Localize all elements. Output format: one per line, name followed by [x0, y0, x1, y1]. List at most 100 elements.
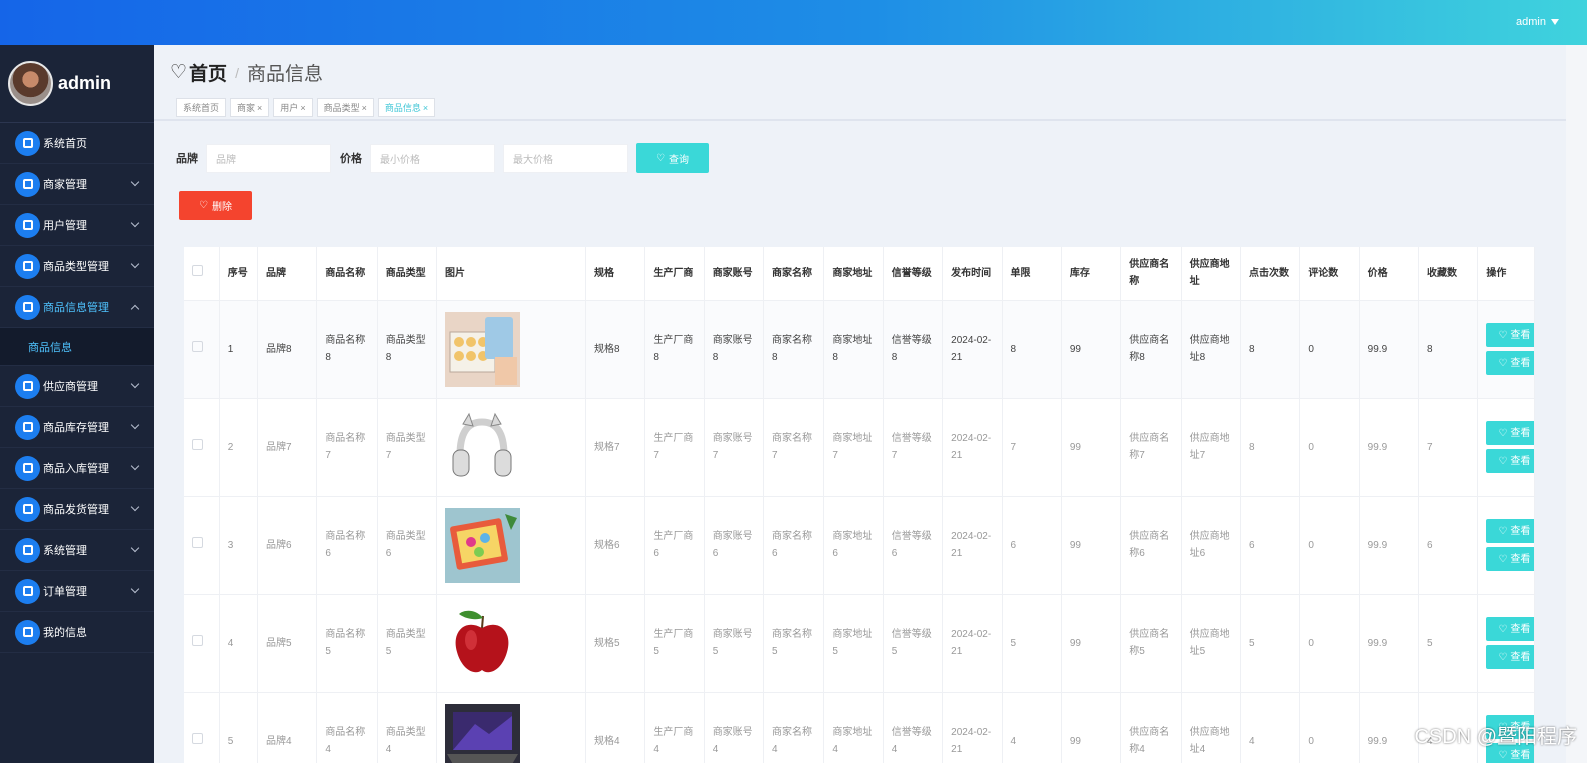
product-image: [445, 605, 577, 681]
query-button[interactable]: ♡ 查询: [636, 143, 709, 173]
column-header: [184, 247, 220, 301]
tab[interactable]: 系统首页: [176, 98, 227, 117]
view-button-label: 查看: [1510, 525, 1531, 537]
view-button[interactable]: ♡ 查看: [1486, 323, 1535, 347]
tab[interactable]: 商家 ×: [230, 98, 270, 117]
tab[interactable]: 用户 ×: [273, 98, 313, 117]
caret-down-icon[interactable]: [1551, 19, 1559, 25]
sidebar-menu: 系统首页 商家管理 用户管理 商品类型管理 商品信息管理 商品信息 供应商管理 商品库存管理商…: [0, 123, 154, 653]
min-price-input[interactable]: 最小价格: [370, 143, 495, 173]
sidebar-item[interactable]: 系统管理: [0, 530, 154, 571]
brand-input[interactable]: 品牌: [206, 143, 331, 173]
sidebar-subitem[interactable]: 商品信息: [0, 328, 154, 366]
table-row[interactable]: 4 品牌5 商品名称5 商品类型5 规格5 生产厂商5 商家账号5 商家名称5 商家地址5 信誉等…: [184, 594, 1535, 693]
cell-maker: 生产厂商5: [644, 594, 705, 693]
cell-clicks: 5: [1240, 594, 1301, 693]
cell-limit: 5: [1002, 594, 1062, 693]
cell-idx: 1: [219, 300, 258, 399]
row-checkbox[interactable]: [192, 732, 203, 744]
delete-button[interactable]: ♡ 删除: [179, 191, 252, 220]
column-header: 价格: [1359, 247, 1420, 301]
table-row[interactable]: 5 品牌4 商品名称4 商品类型4 规格4 生产厂商4 商家账号4 商家名称4 商家地址4 信誉等…: [184, 692, 1535, 763]
view-button[interactable]: ♡ 查看: [1486, 449, 1535, 473]
view-button[interactable]: ♡ 查看: [1486, 519, 1535, 543]
user-menu[interactable]: admin: [1516, 16, 1559, 28]
cell-price: 99.9: [1359, 300, 1420, 399]
sidebar-item-label: 供应商管理: [43, 381, 98, 393]
page-scrollbar[interactable]: [1566, 45, 1587, 763]
column-header: 供应商名称: [1120, 247, 1182, 301]
sidebar-item[interactable]: 商品信息管理: [0, 287, 154, 328]
cell-price: 99.9: [1359, 692, 1420, 763]
sidebar-item[interactable]: 订单管理: [0, 571, 154, 612]
view-button-label: 查看: [1510, 329, 1531, 341]
row-checkbox[interactable]: [192, 536, 203, 548]
sidebar-item[interactable]: 系统首页: [0, 123, 154, 164]
table-row[interactable]: 2 品牌7 商品名称7 商品类型7 规格7 生产厂商7 商家账号7 商家名称7 商家地址7 信誉等…: [184, 398, 1535, 497]
tab[interactable]: 商品类型 ×: [316, 98, 374, 117]
close-icon[interactable]: ×: [300, 103, 305, 113]
cell-name: 商品名称4: [316, 692, 378, 763]
max-price-input[interactable]: 最大价格: [503, 143, 628, 173]
view-button[interactable]: ♡ 查看: [1486, 645, 1535, 669]
breadcrumb-home[interactable]: 首页: [189, 59, 227, 86]
query-button-label: 查询: [668, 154, 689, 166]
sidebar-item[interactable]: 我的信息: [0, 612, 154, 653]
sidebar: admin 系统首页 商家管理 用户管理 商品类型管理 商品信息管理 商品信息 供应商管理商…: [0, 45, 154, 763]
search-form: 品牌 品牌 价格 最小价格 最大价格 ♡ 查询: [176, 143, 709, 173]
sidebar-item[interactable]: 商品发货管理: [0, 489, 154, 530]
sidebar-item[interactable]: 商品入库管理: [0, 448, 154, 489]
column-header: 图片: [436, 247, 586, 301]
chevron-down-icon: [130, 461, 140, 471]
cell-merchant: 商家名称6: [763, 496, 825, 595]
book-icon: [15, 455, 40, 481]
clipboard-icon: [15, 171, 40, 197]
flag-icon: [15, 294, 40, 320]
close-icon[interactable]: ×: [257, 103, 262, 113]
table-row[interactable]: 1 品牌8 商品名称8 商品类型8 规格8 生产厂商8 商家账号8 商家名称8 商家地址8 信誉等…: [184, 300, 1535, 399]
cell-comments: 0: [1299, 300, 1360, 399]
row-checkbox[interactable]: [192, 340, 203, 352]
heart-icon: ♡: [170, 62, 188, 83]
cell-clicks: 4: [1240, 692, 1301, 763]
sidebar-item[interactable]: 商家管理: [0, 164, 154, 205]
row-checkbox[interactable]: [192, 438, 203, 450]
home-icon: [15, 130, 40, 156]
chevron-down-icon: [130, 420, 140, 430]
cell-supplier-addr: 供应商地址4: [1181, 692, 1241, 763]
cell-date: 2024-02-21: [942, 300, 1003, 399]
select-all-checkbox[interactable]: [192, 264, 203, 276]
avatar: [8, 61, 53, 106]
view-button[interactable]: ♡ 查看: [1486, 617, 1535, 641]
view-button-label: 查看: [1510, 455, 1531, 467]
product-image-cell: [436, 692, 586, 763]
close-icon[interactable]: ×: [423, 103, 428, 113]
cell-date: 2024-02-21: [942, 692, 1003, 763]
cell-maker: 生产厂商8: [644, 300, 705, 399]
view-button[interactable]: ♡ 查看: [1486, 351, 1535, 375]
row-checkbox[interactable]: [192, 634, 203, 646]
sidebar-item[interactable]: 商品库存管理: [0, 407, 154, 448]
view-button[interactable]: ♡ 查看: [1486, 547, 1535, 571]
sidebar-item-label: 商品发货管理: [43, 504, 109, 516]
close-icon[interactable]: ×: [362, 103, 367, 113]
product-image: [445, 311, 577, 387]
sidebar-item[interactable]: 供应商管理: [0, 366, 154, 407]
column-header: 生产厂商: [644, 247, 705, 301]
sidebar-item-label: 订单管理: [43, 586, 87, 598]
view-button-label: 查看: [1510, 553, 1531, 565]
cell-type: 商品类型7: [377, 398, 438, 497]
cell-brand: 品牌4: [257, 692, 318, 763]
user-name[interactable]: admin: [1516, 16, 1546, 28]
view-button[interactable]: ♡ 查看: [1486, 421, 1535, 445]
cell-credit: 信誉等级6: [883, 496, 944, 595]
sidebar-item[interactable]: 用户管理: [0, 205, 154, 246]
chevron-down-icon: [130, 259, 140, 269]
tab[interactable]: 商品信息 ×: [377, 98, 436, 117]
cell-brand: 品牌8: [257, 300, 318, 399]
cell-stock: 99: [1061, 398, 1122, 497]
sidebar-item[interactable]: 商品类型管理: [0, 246, 154, 287]
table-row[interactable]: 3 品牌6 商品名称6 商品类型6 规格6 生产厂商6 商家账号6 商家名称6 商家地址6 信誉等…: [184, 496, 1535, 595]
grid-icon: [15, 253, 40, 279]
row-select-cell: [184, 398, 220, 497]
